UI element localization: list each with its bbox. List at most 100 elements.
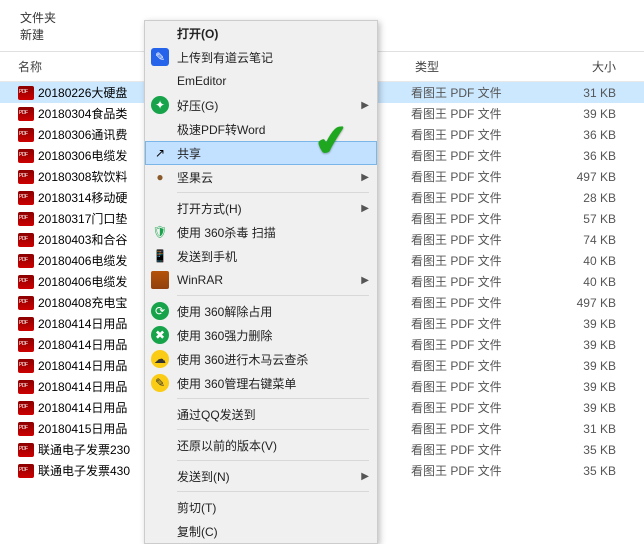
chevron-right-icon: ▶ xyxy=(361,172,369,183)
delete-icon: ✖ xyxy=(151,326,169,344)
file-size: 40 KB xyxy=(526,275,644,289)
menu-sendphone[interactable]: 📱发送到手机 xyxy=(145,244,377,268)
file-type: 看图王 PDF 文件 xyxy=(411,189,526,206)
unlock-icon: ⟳ xyxy=(151,302,169,320)
youdao-icon: ✎ xyxy=(151,48,169,66)
share-icon: ↗ xyxy=(151,144,169,162)
pdf-file-icon xyxy=(18,422,34,436)
file-type: 看图王 PDF 文件 xyxy=(411,441,526,458)
pdf-file-icon xyxy=(18,296,34,310)
menu-separator xyxy=(177,429,369,430)
pdf-file-icon xyxy=(18,149,34,163)
shield-icon: 🛡 xyxy=(151,223,169,241)
menu-separator xyxy=(177,460,369,461)
menu-unlock360[interactable]: ⟳使用 360解除占用 xyxy=(145,299,377,323)
menu-share[interactable]: ↗共享 xyxy=(145,141,377,165)
pdf-file-icon xyxy=(18,380,34,394)
pdf-file-icon xyxy=(18,233,34,247)
pdf-file-icon xyxy=(18,254,34,268)
file-type: 看图王 PDF 文件 xyxy=(411,399,526,416)
file-type: 看图王 PDF 文件 xyxy=(411,273,526,290)
pdf-file-icon xyxy=(18,170,34,184)
trojan-icon: ☁ xyxy=(151,350,169,368)
menu-scan360[interactable]: 🛡使用 360杀毒 扫描 xyxy=(145,220,377,244)
pdf-file-icon xyxy=(18,338,34,352)
pdf-file-icon xyxy=(18,275,34,289)
toolbar-folder-label: 文件夹 xyxy=(20,9,56,26)
menu-open[interactable]: 打开(O) xyxy=(145,21,377,45)
file-size: 31 KB xyxy=(526,422,644,436)
menu-emeditor[interactable]: EmEditor xyxy=(145,69,377,93)
file-type: 看图王 PDF 文件 xyxy=(411,315,526,332)
file-size: 57 KB xyxy=(526,212,644,226)
menu-sendto[interactable]: 发送到(N)▶ xyxy=(145,464,377,488)
file-size: 39 KB xyxy=(526,317,644,331)
file-size: 35 KB xyxy=(526,443,644,457)
jianguo-icon: ● xyxy=(151,168,169,186)
file-type: 看图王 PDF 文件 xyxy=(411,294,526,311)
file-type: 看图王 PDF 文件 xyxy=(411,378,526,395)
chevron-right-icon: ▶ xyxy=(361,275,369,286)
menu-winrar[interactable]: WinRAR▶ xyxy=(145,268,377,292)
menu-separator xyxy=(177,398,369,399)
menu-jianguo[interactable]: ●坚果云▶ xyxy=(145,165,377,189)
chevron-right-icon: ▶ xyxy=(361,203,369,214)
file-type: 看图王 PDF 文件 xyxy=(411,147,526,164)
menu-separator xyxy=(177,491,369,492)
file-size: 497 KB xyxy=(526,296,644,310)
menu-pdf2word[interactable]: 极速PDF转Word xyxy=(145,117,377,141)
menu-separator xyxy=(177,295,369,296)
phone-icon: 📱 xyxy=(151,247,169,265)
pdf-file-icon xyxy=(18,107,34,121)
chevron-right-icon: ▶ xyxy=(361,100,369,111)
pdf-file-icon xyxy=(18,191,34,205)
file-size: 39 KB xyxy=(526,359,644,373)
pdf-file-icon xyxy=(18,86,34,100)
pdf-file-icon xyxy=(18,401,34,415)
file-type: 看图王 PDF 文件 xyxy=(411,84,526,101)
file-type: 看图王 PDF 文件 xyxy=(411,336,526,353)
file-type: 看图王 PDF 文件 xyxy=(411,231,526,248)
menu-delete360[interactable]: ✖使用 360强力删除 xyxy=(145,323,377,347)
menu-separator xyxy=(177,192,369,193)
col-size-header[interactable]: 大小 xyxy=(530,58,644,75)
file-size: 39 KB xyxy=(526,401,644,415)
file-type: 看图王 PDF 文件 xyxy=(411,210,526,227)
menu-cut[interactable]: 剪切(T) xyxy=(145,495,377,519)
menu-restore[interactable]: 还原以前的版本(V) xyxy=(145,433,377,457)
context-menu: 打开(O) ✎上传到有道云笔记 EmEditor ✦好压(G)▶ 极速PDF转W… xyxy=(144,20,378,544)
file-size: 36 KB xyxy=(526,149,644,163)
file-size: 39 KB xyxy=(526,338,644,352)
file-size: 28 KB xyxy=(526,191,644,205)
file-size: 36 KB xyxy=(526,128,644,142)
menu-mgr360[interactable]: ✎使用 360管理右键菜单 xyxy=(145,371,377,395)
menu-copy[interactable]: 复制(C) xyxy=(145,519,377,543)
menu-haoya[interactable]: ✦好压(G)▶ xyxy=(145,93,377,117)
file-size: 497 KB xyxy=(526,170,644,184)
file-size: 74 KB xyxy=(526,233,644,247)
menu-openwith[interactable]: 打开方式(H)▶ xyxy=(145,196,377,220)
pdf-file-icon xyxy=(18,317,34,331)
toolbar-new-label[interactable]: 新建 xyxy=(20,26,44,43)
menu-trojan360[interactable]: ☁使用 360进行木马云查杀 xyxy=(145,347,377,371)
file-type: 看图王 PDF 文件 xyxy=(411,126,526,143)
mgr-icon: ✎ xyxy=(151,374,169,392)
pdf-file-icon xyxy=(18,128,34,142)
pdf-file-icon xyxy=(18,359,34,373)
winrar-icon xyxy=(151,271,169,289)
file-type: 看图王 PDF 文件 xyxy=(411,252,526,269)
file-size: 31 KB xyxy=(526,86,644,100)
menu-qqsend[interactable]: 通过QQ发送到 xyxy=(145,402,377,426)
col-type-header[interactable]: 类型 xyxy=(415,58,530,75)
pdf-file-icon xyxy=(18,212,34,226)
file-size: 40 KB xyxy=(526,254,644,268)
file-size: 39 KB xyxy=(526,107,644,121)
pdf-file-icon xyxy=(18,464,34,478)
chevron-right-icon: ▶ xyxy=(361,471,369,482)
file-type: 看图王 PDF 文件 xyxy=(411,168,526,185)
file-size: 39 KB xyxy=(526,380,644,394)
menu-youdao[interactable]: ✎上传到有道云笔记 xyxy=(145,45,377,69)
pdf-file-icon xyxy=(18,443,34,457)
file-type: 看图王 PDF 文件 xyxy=(411,420,526,437)
file-type: 看图王 PDF 文件 xyxy=(411,357,526,374)
